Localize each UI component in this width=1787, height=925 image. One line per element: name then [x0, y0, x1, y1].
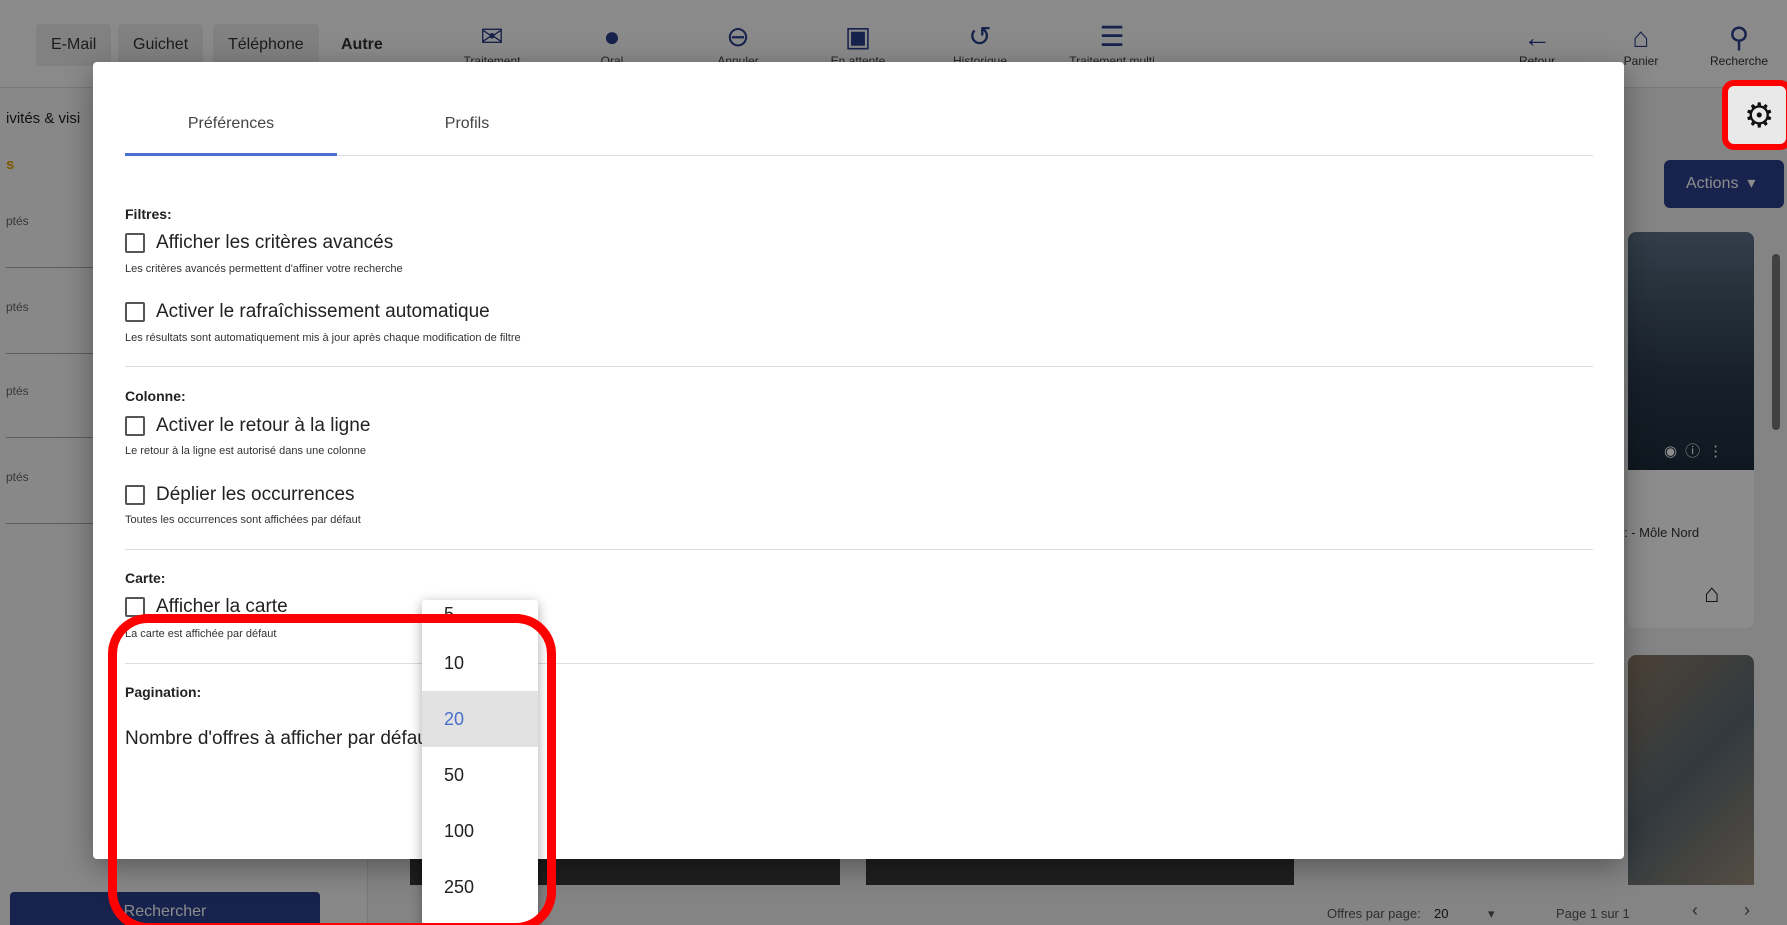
option-description: Toutes les occurrences sont affichées pa…	[125, 514, 361, 526]
dialog-tabs: Préférences Profils	[125, 92, 1593, 156]
option-description: Le retour à la ligne est autorisé dans u…	[125, 445, 366, 457]
option-auto-refresh[interactable]: Activer le rafraîchissement automatique	[125, 299, 490, 325]
checkbox[interactable]	[125, 485, 145, 505]
option-description: Les résultats sont automatiquement mis à…	[125, 332, 521, 344]
dropdown-highlight	[108, 614, 556, 925]
section-title-filters: Filtres:	[125, 206, 172, 222]
gear-icon[interactable]: ⚙	[1744, 96, 1774, 136]
tab-profils[interactable]: Profils	[361, 92, 573, 156]
tab-preferences[interactable]: Préférences	[125, 92, 337, 156]
option-label: Activer le retour à la ligne	[156, 415, 371, 436]
section-title-column: Colonne:	[125, 388, 186, 404]
section-title-map: Carte:	[125, 570, 166, 586]
settings-highlight: ⚙	[1722, 80, 1787, 150]
option-expand-occurrences[interactable]: Déplier les occurrences	[125, 482, 355, 508]
divider	[125, 549, 1593, 550]
option-label: Activer le rafraîchissement automatique	[156, 301, 490, 322]
option-label: Déplier les occurrences	[156, 484, 355, 505]
option-advanced-criteria[interactable]: Afficher les critères avancés	[125, 230, 393, 256]
option-label: Afficher les critères avancés	[156, 232, 394, 253]
option-description: Les critères avancés permettent d'affine…	[125, 263, 403, 275]
option-line-wrap[interactable]: Activer le retour à la ligne	[125, 413, 370, 439]
divider	[125, 366, 1593, 367]
checkbox[interactable]	[125, 302, 145, 322]
checkbox[interactable]	[125, 416, 145, 436]
checkbox[interactable]	[125, 233, 145, 253]
